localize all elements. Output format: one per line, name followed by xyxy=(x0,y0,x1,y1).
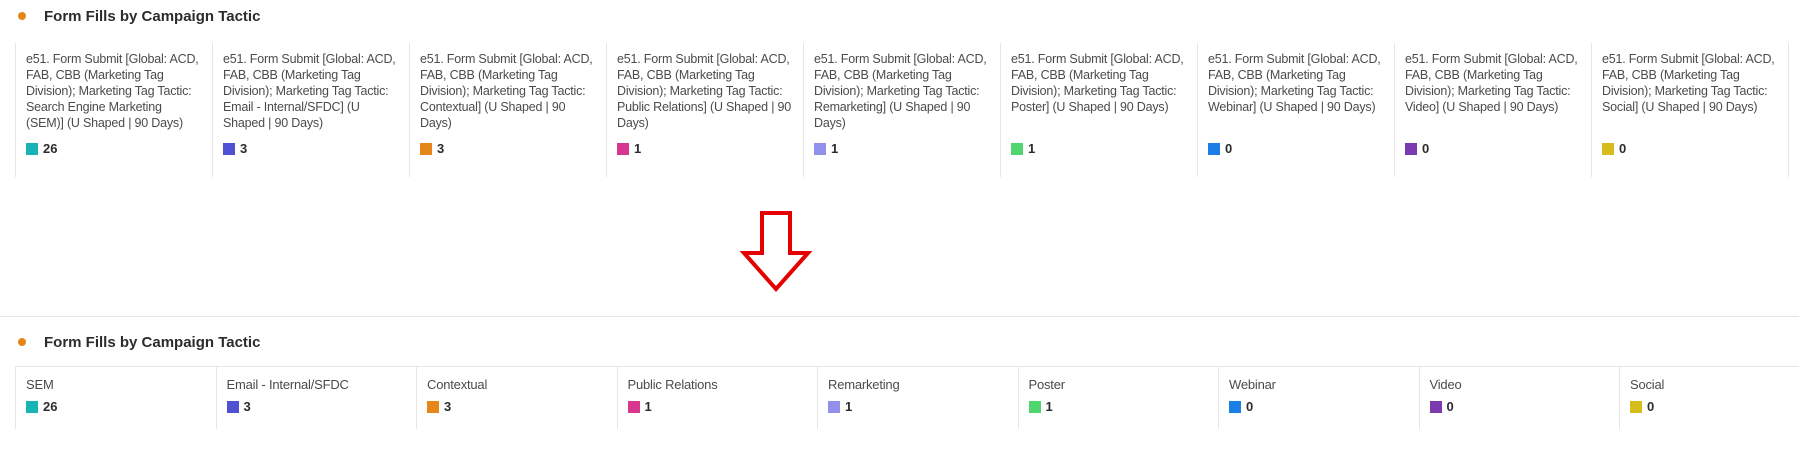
color-swatch-icon xyxy=(1429,400,1442,413)
down-arrow-icon xyxy=(740,211,812,293)
tile-label: e51. Form Submit [Global: ACD, FAB, CBB … xyxy=(26,52,199,130)
tile-value: 26 xyxy=(43,141,58,156)
tile-label: Poster xyxy=(1028,377,1066,392)
tile-value: 0 xyxy=(1446,399,1454,414)
tile-label: e51. Form Submit [Global: ACD, FAB, CBB … xyxy=(1405,52,1578,114)
tile-value: 3 xyxy=(240,141,248,156)
summary-tile[interactable]: Email - Internal/SFDC 3 xyxy=(217,367,417,429)
tile-label: e51. Form Submit [Global: ACD, FAB, CBB … xyxy=(1011,52,1184,114)
tile-value: 0 xyxy=(1225,141,1233,156)
tile-label: e51. Form Submit [Global: ACD, FAB, CBB … xyxy=(1602,52,1775,114)
color-swatch-icon xyxy=(420,142,432,155)
tile-value: 1 xyxy=(644,399,652,414)
tile-label: Contextual xyxy=(427,377,488,392)
summary-tile[interactable]: e51. Form Submit [Global: ACD, FAB, CBB … xyxy=(1395,43,1592,177)
color-swatch-icon xyxy=(1011,142,1023,155)
summary-tile[interactable]: Contextual 3 xyxy=(417,367,618,429)
tile-label: Public Relations xyxy=(627,377,718,392)
summary-tile[interactable]: SEM 26 xyxy=(16,367,217,429)
summary-tile[interactable]: e51. Form Submit [Global: ACD, FAB, CBB … xyxy=(607,43,804,177)
tile-value: 1 xyxy=(831,141,839,156)
summary-tile[interactable]: Video 0 xyxy=(1420,367,1620,429)
tile-label: Video xyxy=(1429,377,1462,392)
summary-tile[interactable]: e51. Form Submit [Global: ACD, FAB, CBB … xyxy=(410,43,607,177)
panel-title[interactable]: Form Fills by Campaign Tactic xyxy=(44,8,260,25)
tile-label: e51. Form Submit [Global: ACD, FAB, CBB … xyxy=(1208,52,1381,114)
section-divider xyxy=(0,316,1799,317)
summary-tile[interactable]: Webinar 0 xyxy=(1219,367,1420,429)
status-dot-icon xyxy=(18,338,26,346)
tile-value: 0 xyxy=(1619,141,1627,156)
color-swatch-icon xyxy=(26,400,38,413)
tile-label: SEM xyxy=(26,377,54,392)
tile-label: e51. Form Submit [Global: ACD, FAB, CBB … xyxy=(223,52,396,130)
tile-label: e51. Form Submit [Global: ACD, FAB, CBB … xyxy=(617,52,792,130)
tile-label: e51. Form Submit [Global: ACD, FAB, CBB … xyxy=(814,52,987,130)
tile-value: 0 xyxy=(1647,399,1655,414)
tile-value: 1 xyxy=(634,141,642,156)
panel-header-top: Form Fills by Campaign Tactic xyxy=(0,6,260,26)
tile-label: Email - Internal/SFDC xyxy=(226,377,349,392)
tile-label: Webinar xyxy=(1229,377,1276,392)
color-swatch-icon xyxy=(26,142,38,155)
color-swatch-icon xyxy=(427,400,439,413)
tile-value: 1 xyxy=(845,399,853,414)
color-swatch-icon xyxy=(828,400,840,413)
summary-tile[interactable]: e51. Form Submit [Global: ACD, FAB, CBB … xyxy=(16,43,213,177)
tile-value: 0 xyxy=(1422,141,1430,156)
tile-value: 3 xyxy=(243,399,251,414)
color-swatch-icon xyxy=(617,142,629,155)
summary-tile[interactable]: e51. Form Submit [Global: ACD, FAB, CBB … xyxy=(1592,43,1789,177)
tile-value: 3 xyxy=(437,141,445,156)
summary-strip-top: e51. Form Submit [Global: ACD, FAB, CBB … xyxy=(15,43,1789,177)
down-arrow-outline xyxy=(740,211,812,293)
status-dot-icon xyxy=(18,12,26,20)
summary-tile[interactable]: e51. Form Submit [Global: ACD, FAB, CBB … xyxy=(1198,43,1395,177)
tile-label: e51. Form Submit [Global: ACD, FAB, CBB … xyxy=(420,52,593,130)
color-swatch-icon xyxy=(1630,400,1642,413)
color-swatch-icon xyxy=(1028,400,1041,413)
color-swatch-icon xyxy=(1208,142,1220,155)
color-swatch-icon xyxy=(627,400,640,413)
summary-strip-bottom: SEM 26 Email - Internal/SFDC 3 Contextua… xyxy=(15,366,1799,429)
tile-label: Remarketing xyxy=(828,377,900,392)
color-swatch-icon xyxy=(1602,142,1614,155)
tile-value: 26 xyxy=(43,399,58,414)
summary-tile[interactable]: e51. Form Submit [Global: ACD, FAB, CBB … xyxy=(804,43,1001,177)
tile-value: 0 xyxy=(1246,399,1254,414)
color-swatch-icon xyxy=(223,142,235,155)
panel-header-bottom: Form Fills by Campaign Tactic xyxy=(0,332,260,352)
panel-title[interactable]: Form Fills by Campaign Tactic xyxy=(44,334,260,351)
summary-tile[interactable]: Remarketing 1 xyxy=(818,367,1019,429)
color-swatch-icon xyxy=(1229,400,1241,413)
color-swatch-icon xyxy=(814,142,826,155)
tile-value: 3 xyxy=(444,399,452,414)
tile-value: 1 xyxy=(1045,399,1053,414)
color-swatch-icon xyxy=(1405,142,1417,155)
tile-label: Social xyxy=(1630,377,1665,392)
summary-tile[interactable]: Poster 1 xyxy=(1019,367,1219,429)
color-swatch-icon xyxy=(226,400,239,413)
summary-tile[interactable]: e51. Form Submit [Global: ACD, FAB, CBB … xyxy=(1001,43,1198,177)
summary-tile[interactable]: e51. Form Submit [Global: ACD, FAB, CBB … xyxy=(213,43,410,177)
summary-tile[interactable]: Public Relations 1 xyxy=(618,367,818,429)
tile-value: 1 xyxy=(1028,141,1036,156)
summary-tile[interactable]: Social 0 xyxy=(1620,367,1799,429)
